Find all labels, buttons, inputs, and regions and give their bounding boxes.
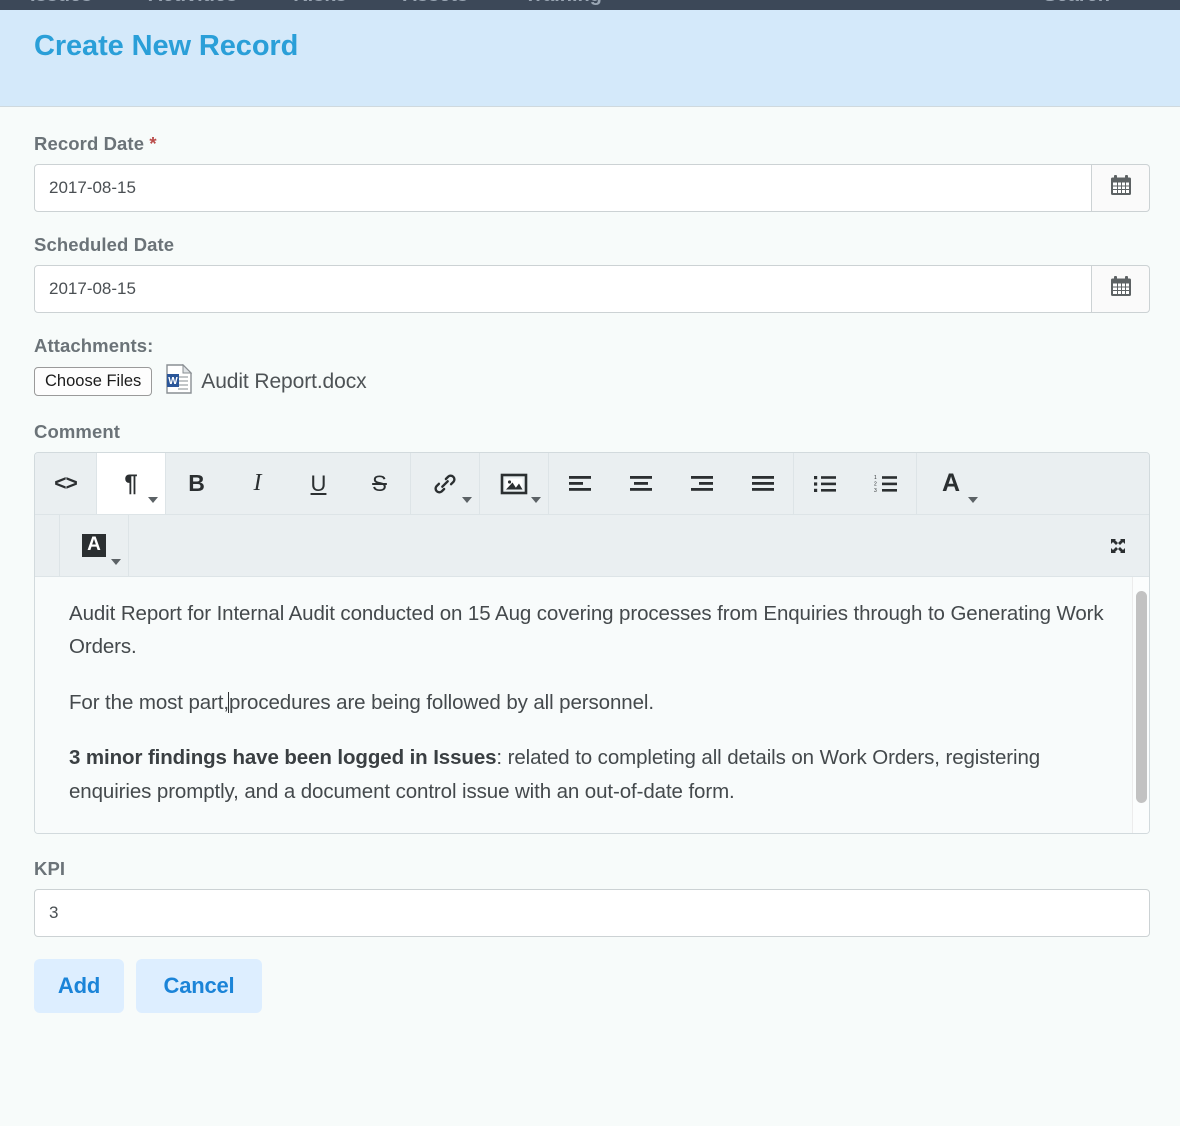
align-right-icon[interactable]	[671, 453, 732, 514]
toolbar-group-paragraph: ¶	[97, 453, 166, 514]
chevron-down-icon	[111, 559, 121, 565]
add-button[interactable]: Add	[34, 959, 124, 1013]
editor-paragraph-3: 3 minor findings have been logged in Iss…	[69, 741, 1109, 808]
nav-item-search[interactable]: Search	[1043, 0, 1110, 7]
record-date-label: Record Date *	[34, 133, 1150, 155]
editor-scrollbar-thumb[interactable]	[1136, 591, 1147, 803]
scheduled-date-label: Scheduled Date	[34, 234, 175, 255]
toolbar-group-code: <>	[35, 453, 97, 514]
paragraph-3-bold-lead: 3 minor findings have been logged in Iss…	[69, 746, 497, 770]
background-color-icon[interactable]: A	[60, 515, 128, 576]
editor-paragraph-2: For the most part,procedures are being f…	[69, 686, 1109, 719]
record-date-field-group: Record Date *	[34, 133, 1150, 212]
paragraph-1-text: Audit Report for Internal Audit conducte…	[69, 602, 1104, 659]
toolbar-group-alignment	[549, 453, 794, 514]
paragraph-2-text-after-caret: procedures are being followed by all per…	[228, 690, 654, 714]
form-actions: Add Cancel	[34, 959, 1150, 1043]
modal-header: Create New Record	[0, 10, 1180, 107]
chevron-down-icon	[531, 497, 541, 503]
italic-icon[interactable]: I	[227, 453, 288, 514]
comment-editor-content[interactable]: Audit Report for Internal Audit conducte…	[35, 577, 1149, 833]
editor-paragraph-1: Audit Report for Internal Audit conducte…	[69, 597, 1109, 664]
cancel-button[interactable]: Cancel	[136, 959, 262, 1013]
align-left-icon[interactable]	[549, 453, 610, 514]
modal-body: Record Date * 2017-08-15 Scheduled Date …	[0, 107, 1180, 1043]
align-center-icon[interactable]	[610, 453, 671, 514]
svg-text:3: 3	[874, 487, 877, 493]
insert-link-icon[interactable]	[411, 453, 479, 514]
top-navbar: Issues Activities Risks Assets Training …	[0, 0, 1180, 10]
choose-files-button[interactable]: Choose Files	[34, 366, 153, 397]
svg-text:2: 2	[874, 481, 877, 487]
toolbar-group-text-color: A	[917, 453, 985, 514]
comment-label: Comment	[34, 421, 121, 442]
scheduled-date-calendar-button[interactable]	[1092, 265, 1150, 313]
toolbar-row2-spacer	[129, 515, 1087, 576]
paragraph-format-icon[interactable]: ¶	[97, 453, 165, 514]
record-date-input[interactable]	[34, 164, 1092, 212]
svg-text:W: W	[169, 376, 179, 387]
editor-scrollbar-track[interactable]	[1132, 577, 1149, 833]
chevron-down-icon	[462, 497, 472, 503]
kpi-field-group: KPI	[34, 858, 1150, 937]
word-document-icon: W	[166, 363, 193, 399]
calendar-icon	[1110, 276, 1132, 302]
insert-image-icon[interactable]	[480, 453, 548, 514]
rich-text-editor: <> ¶ B I U S 1 2 3 A A Audit Report for …	[34, 452, 1150, 834]
paragraph-2-text-before-caret: For the most part,	[69, 690, 229, 714]
scheduled-date-input-group	[34, 265, 1150, 313]
strikethrough-icon[interactable]: S	[349, 453, 410, 514]
record-date-input-group	[34, 164, 1150, 212]
code-view-icon[interactable]: <>	[35, 453, 96, 514]
calendar-icon	[1110, 175, 1132, 201]
scheduled-date-field-group: Scheduled Date	[34, 234, 1150, 313]
toolbar-row2-leading-cell	[35, 515, 60, 576]
attachments-field-group: Attachments: Choose Files W Audit Report…	[34, 335, 1150, 399]
kpi-input-group	[34, 889, 1150, 937]
scheduled-date-input[interactable]	[34, 265, 1092, 313]
toolbar-group-background-color: A	[60, 515, 129, 576]
record-date-calendar-button[interactable]	[1092, 164, 1150, 212]
nav-item-issues[interactable]: Issues	[30, 0, 92, 7]
attachment-file-name[interactable]: Audit Report.docx	[201, 370, 366, 394]
svg-text:1: 1	[874, 475, 877, 481]
toolbar-group-image	[480, 453, 549, 514]
chevron-down-icon	[968, 497, 978, 503]
attachments-row: Choose Files W Audit Report.docx	[34, 363, 1150, 399]
underline-icon[interactable]: U	[288, 453, 349, 514]
align-justify-icon[interactable]	[732, 453, 793, 514]
toolbar-group-inline-style: B I U S	[166, 453, 411, 514]
nav-item-training[interactable]: Training	[524, 0, 602, 7]
nav-item-risks[interactable]: Risks	[293, 0, 346, 7]
kpi-input[interactable]	[34, 889, 1150, 937]
bold-icon[interactable]: B	[166, 453, 227, 514]
text-color-icon[interactable]: A	[917, 453, 985, 514]
required-asterisk: *	[149, 133, 157, 154]
ordered-list-icon[interactable]: 1 2 3	[855, 453, 916, 514]
page-title: Create New Record	[34, 30, 299, 62]
kpi-label: KPI	[34, 858, 66, 879]
attachments-label: Attachments:	[34, 335, 154, 356]
toolbar-group-link	[411, 453, 480, 514]
editor-toolbar-row-2: A	[35, 515, 1149, 577]
fullscreen-expand-icon[interactable]	[1087, 515, 1149, 576]
record-date-label-text: Record Date	[34, 133, 145, 154]
toolbar-group-lists: 1 2 3	[794, 453, 917, 514]
chevron-down-icon	[148, 497, 158, 503]
comment-field-group: Comment <> ¶ B I U S 1 2 3 A A Audit Rep…	[34, 421, 1150, 834]
nav-item-assets[interactable]: Assets	[403, 0, 469, 7]
nav-item-activities[interactable]: Activities	[148, 0, 237, 7]
editor-toolbar-row-1: <> ¶ B I U S 1 2 3 A	[35, 453, 1149, 515]
unordered-list-icon[interactable]	[794, 453, 855, 514]
